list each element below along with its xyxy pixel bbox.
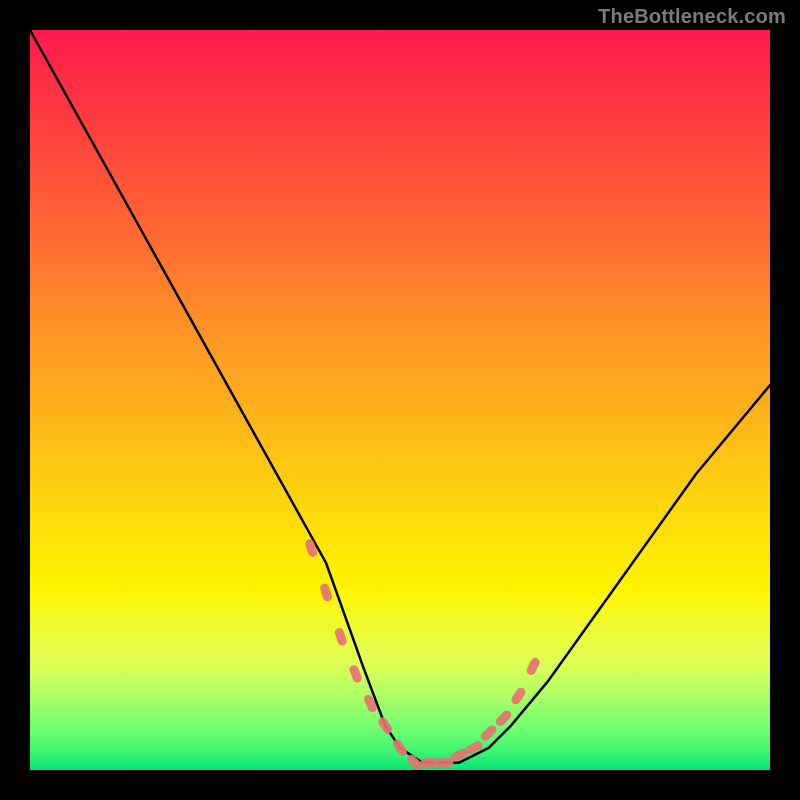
marker-group <box>304 538 541 770</box>
curve-marker <box>435 758 453 767</box>
curve-marker <box>525 656 541 676</box>
watermark-text: TheBottleneck.com <box>598 6 786 29</box>
bottleneck-curve <box>30 30 770 763</box>
plot-area <box>30 30 770 770</box>
curve-marker <box>304 538 318 558</box>
curve-svg <box>30 30 770 770</box>
curve-marker <box>510 686 527 706</box>
curve-marker <box>348 664 363 684</box>
curve-marker <box>334 627 348 647</box>
curve-marker <box>319 582 333 602</box>
chart-frame: TheBottleneck.com <box>0 0 800 800</box>
